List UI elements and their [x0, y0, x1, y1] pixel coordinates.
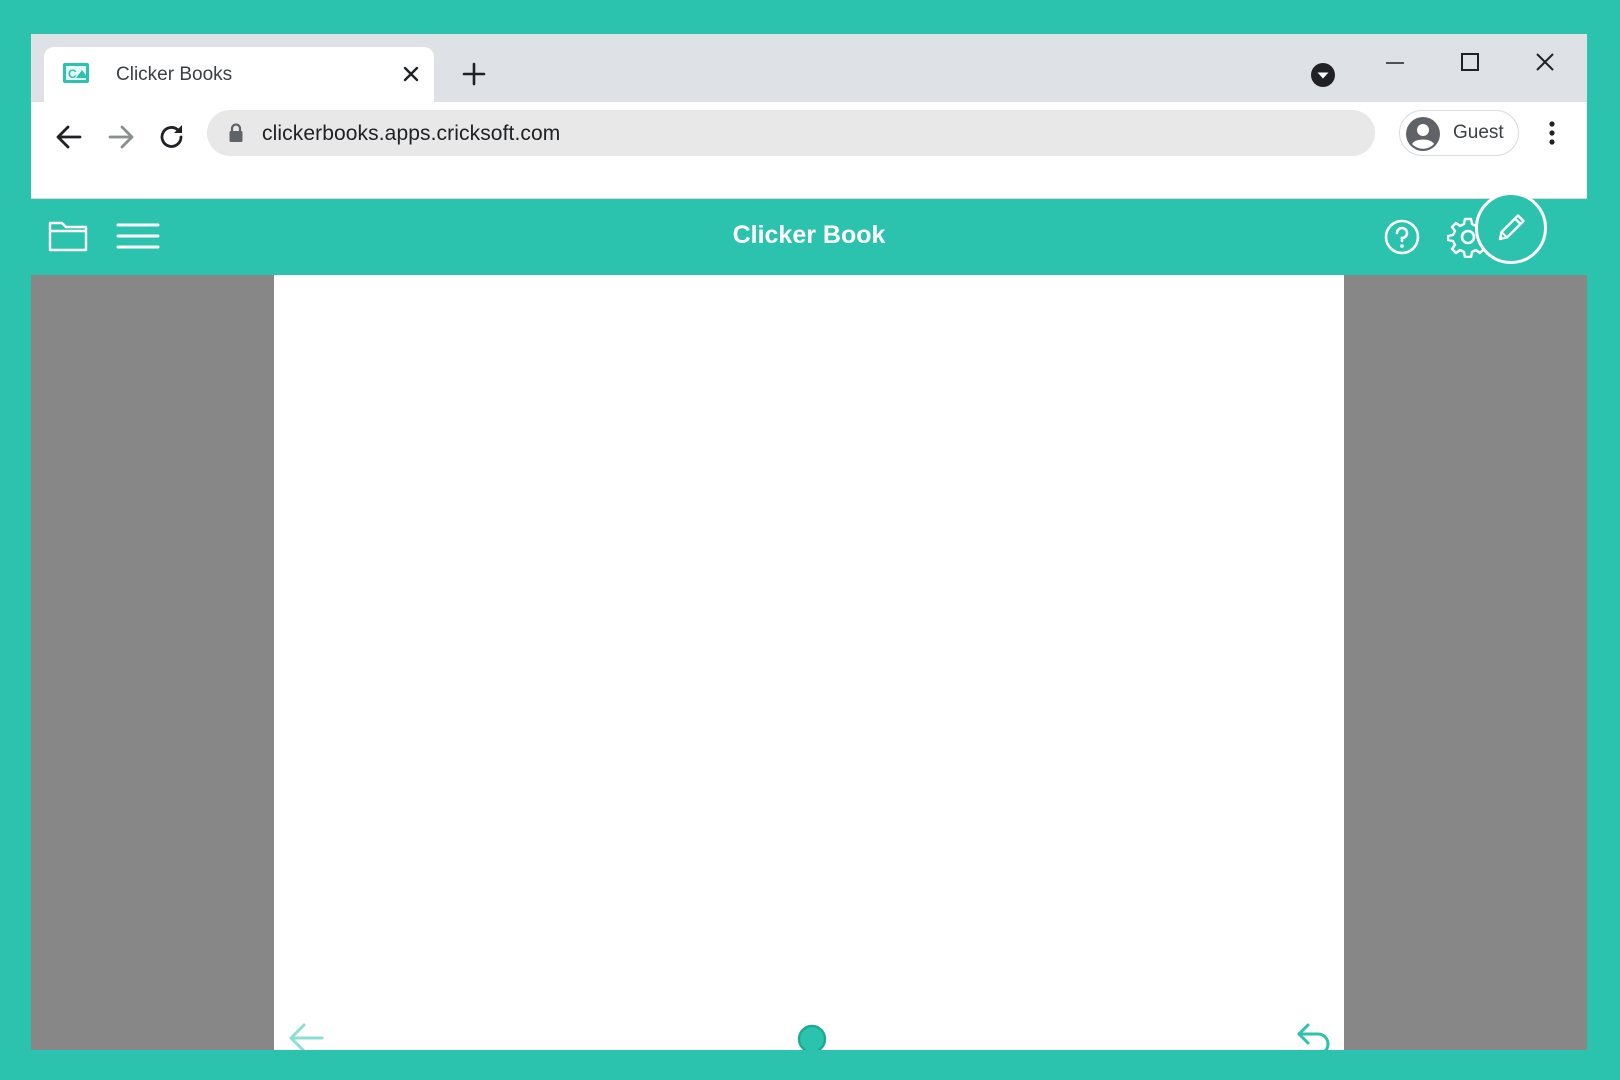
new-tab-plus-icon[interactable] — [460, 60, 488, 88]
tab-search-dropdown-icon[interactable] — [1310, 62, 1336, 88]
svg-text:C: C — [68, 67, 77, 81]
browser-window: C Clicker Books clickerbooks.apps.cricks… — [31, 34, 1587, 1050]
clicker-books-favicon-icon: C — [63, 63, 89, 83]
profile-name: Guest — [1453, 122, 1504, 143]
app-title: Clicker Book — [732, 221, 886, 249]
tab-strip: C Clicker Books — [31, 34, 1587, 102]
maximize-window-icon[interactable] — [1450, 44, 1490, 80]
browser-tab[interactable]: C Clicker Books — [44, 47, 434, 102]
address-bar[interactable]: clickerbooks.apps.cricksoft.com — [207, 110, 1375, 156]
url-text: clickerbooks.apps.cricksoft.com — [262, 122, 561, 145]
profile-button[interactable]: Guest — [1399, 110, 1519, 156]
edit-pencil-button[interactable] — [1475, 192, 1547, 264]
back-arrow-icon[interactable] — [50, 118, 88, 156]
undo-icon[interactable] — [1294, 1020, 1334, 1050]
reload-icon[interactable] — [153, 118, 191, 156]
guest-avatar-icon — [1406, 117, 1440, 151]
minimize-window-icon[interactable] — [1375, 44, 1415, 80]
close-window-icon[interactable] — [1525, 44, 1565, 80]
pencil-icon — [1498, 214, 1525, 241]
app-header: Clicker Book — [31, 199, 1587, 275]
tab-title: Clicker Books — [116, 64, 233, 85]
close-tab-icon[interactable] — [400, 63, 422, 85]
browser-toolbar: clickerbooks.apps.cricksoft.com Guest — [31, 102, 1587, 199]
lock-icon — [229, 123, 243, 142]
help-icon[interactable] — [1383, 218, 1421, 256]
arrow-left-icon[interactable] — [286, 1020, 326, 1050]
more-options-icon[interactable] — [1541, 116, 1563, 150]
page-indicator-dot[interactable] — [796, 1023, 828, 1050]
book-page — [274, 275, 1344, 1050]
forward-arrow-icon[interactable] — [102, 118, 140, 156]
